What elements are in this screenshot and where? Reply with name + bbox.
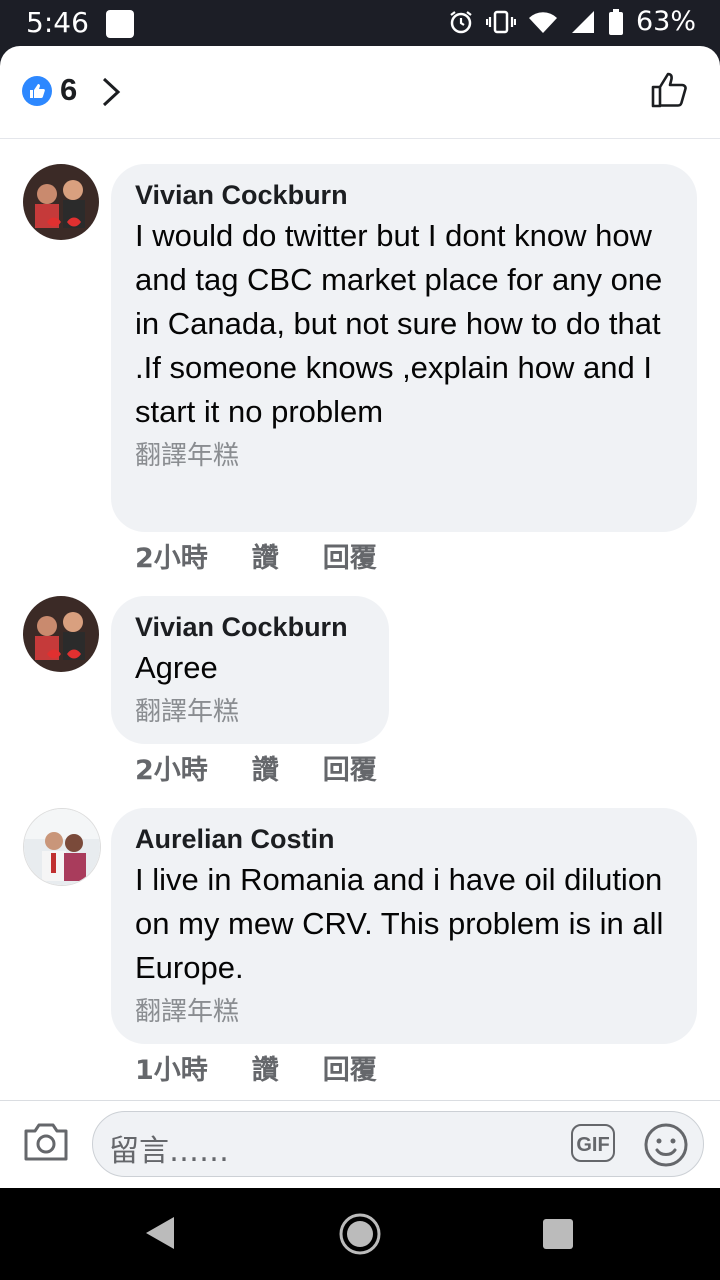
translate-link[interactable]: 翻譯年糕 (135, 438, 673, 474)
back-icon[interactable] (144, 1215, 176, 1251)
comment-text: Agree (135, 650, 218, 685)
like-button-icon[interactable] (650, 70, 690, 110)
status-time: 5:46 (26, 6, 89, 39)
home-icon[interactable] (338, 1212, 382, 1256)
like-link[interactable]: 讚 (252, 1048, 279, 1087)
comment-bubble[interactable]: Vivian Cockburn I would do twitter but I… (111, 164, 697, 532)
comment-author[interactable]: Vivian Cockburn (135, 178, 673, 212)
battery-percent: 63% (635, 6, 696, 37)
comment-composer: 留言…… GIF (0, 1100, 720, 1188)
like-link[interactable]: 讚 (252, 536, 279, 575)
like-link[interactable]: 讚 (252, 748, 279, 787)
avatar[interactable] (23, 808, 101, 886)
chevron-right-icon[interactable] (100, 76, 122, 108)
avatar[interactable] (23, 596, 99, 672)
comment-author[interactable]: Vivian Cockburn (135, 610, 365, 644)
reactions-header: 6 (0, 46, 720, 139)
comment-time: 2小時 (135, 543, 208, 574)
comment-actions: 1小時 讚 回覆 (135, 1048, 377, 1087)
emoji-icon[interactable] (643, 1122, 689, 1168)
alarm-icon (450, 10, 472, 33)
gif-button[interactable]: GIF (571, 1124, 615, 1162)
comment-bubble[interactable]: Vivian Cockburn Agree 翻譯年糕 (111, 596, 389, 744)
wifi-icon (528, 11, 557, 33)
reaction-count[interactable]: 6 (60, 72, 77, 108)
comment-text: I would do twitter but I dont know how a… (135, 218, 663, 429)
status-icons: 63% (448, 6, 696, 37)
comment-time: 2小時 (135, 755, 208, 786)
comment-actions: 2小時 讚 回覆 (135, 748, 377, 787)
camera-icon[interactable] (22, 1119, 70, 1163)
vibrate-icon (485, 10, 516, 33)
comment-bubble[interactable]: Aurelian Costin I live in Romania and i … (111, 808, 697, 1044)
notification-icon (106, 10, 134, 38)
system-navigation-bar (0, 1188, 720, 1280)
status-bar: 5:46 63% (0, 0, 720, 48)
like-reaction-icon[interactable] (22, 76, 52, 106)
reply-link[interactable]: 回覆 (323, 748, 377, 787)
comment-actions: 2小時 讚 回覆 (135, 536, 377, 575)
comment-text: I live in Romania and i have oil dilutio… (135, 862, 664, 985)
comment-input[interactable]: 留言…… GIF (92, 1111, 704, 1177)
reply-link[interactable]: 回覆 (323, 536, 377, 575)
signal-icon (571, 10, 594, 33)
avatar[interactable] (23, 164, 99, 240)
recent-apps-icon[interactable] (543, 1219, 573, 1249)
comments-sheet: 6 Vivian Cockburn I would do twitter but… (0, 46, 720, 1188)
translate-link[interactable]: 翻譯年糕 (135, 694, 365, 730)
comment-time: 1小時 (135, 1055, 208, 1086)
translate-link[interactable]: 翻譯年糕 (135, 994, 673, 1030)
comment-author[interactable]: Aurelian Costin (135, 822, 673, 856)
comment-input-placeholder: 留言…… (109, 1134, 229, 1169)
reply-link[interactable]: 回覆 (323, 1048, 377, 1087)
battery-icon (608, 8, 623, 35)
